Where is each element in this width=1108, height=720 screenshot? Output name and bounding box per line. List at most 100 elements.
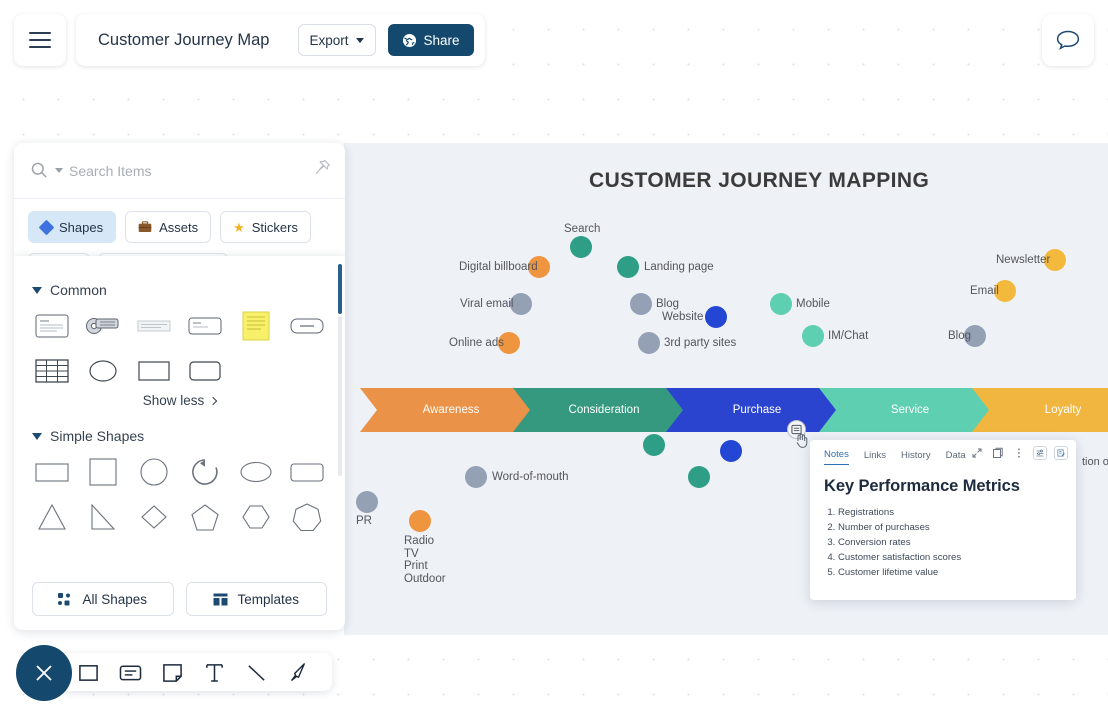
ellipse-shape[interactable] [234, 454, 278, 490]
sticky-note-tool-icon[interactable] [160, 660, 184, 684]
shapes-dropdown[interactable]: Common Show less Simple Shapes All Shape… [14, 256, 345, 630]
close-icon[interactable] [16, 645, 72, 701]
caret-down-icon [32, 286, 42, 294]
expand-icon[interactable] [970, 446, 984, 460]
rounded-rectangle-shape[interactable] [285, 454, 329, 490]
template-layout-icon [213, 593, 228, 605]
card-tool-icon[interactable] [118, 660, 142, 684]
group-header-common[interactable]: Common [14, 256, 345, 298]
hamburger-menu-icon[interactable] [14, 14, 66, 66]
tab-stickers[interactable]: ★ Stickers [220, 211, 311, 243]
settings-sliders-icon[interactable] [1033, 446, 1047, 460]
dropdown-scrollbar-track[interactable] [338, 316, 342, 476]
journey-node-dot[interactable] [643, 434, 665, 456]
note-list-item: Registrations [838, 505, 1062, 520]
rectangle-shape[interactable] [132, 353, 176, 389]
note-tab-links[interactable]: Links [864, 450, 886, 465]
pentagon-shape[interactable] [183, 499, 227, 535]
journey-node-label: Landing page [644, 261, 714, 273]
label-shape[interactable] [183, 308, 227, 344]
tab-assets[interactable]: Assets [125, 211, 212, 243]
top-toolbar: Customer Journey Map Export Share [14, 14, 485, 66]
note-popup-panel[interactable]: Notes Links History Data Key Performance… [810, 440, 1076, 600]
triangle-shape[interactable] [30, 499, 74, 535]
ellipse-shape[interactable] [81, 353, 125, 389]
hexagon-shape[interactable] [234, 499, 278, 535]
note-popup-metric-list: RegistrationsNumber of purchasesConversi… [810, 496, 1076, 580]
right-triangle-shape[interactable] [81, 499, 125, 535]
pin-icon[interactable] [314, 159, 331, 176]
text-tool-icon[interactable] [202, 660, 226, 684]
square-shape[interactable] [81, 454, 125, 490]
copy-icon[interactable] [991, 446, 1005, 460]
note-list-item: Number of purchases [838, 520, 1062, 535]
edit-note-icon[interactable] [1054, 446, 1068, 460]
search-icon[interactable] [30, 161, 49, 180]
pen-tool-icon[interactable] [286, 660, 310, 684]
share-button[interactable]: Share [387, 24, 474, 56]
line-tool-icon[interactable] [244, 660, 268, 684]
journey-node-dot[interactable] [705, 306, 727, 328]
sticky-note-shape[interactable] [234, 308, 278, 344]
diamond-shape[interactable] [132, 499, 176, 535]
journey-node-dot[interactable] [630, 293, 652, 315]
journey-node-dot[interactable] [802, 325, 824, 347]
journey-node-dot[interactable] [720, 440, 742, 462]
shape-grid-common [14, 298, 345, 389]
banner-shape[interactable] [132, 308, 176, 344]
export-button[interactable]: Export [297, 24, 376, 56]
chevron-down-icon [355, 37, 364, 43]
templates-label: Templates [237, 591, 300, 607]
journey-node-label: Word-of-mouth [492, 471, 569, 483]
note-tab-history[interactable]: History [901, 450, 931, 465]
templates-button[interactable]: Templates [185, 582, 327, 616]
journey-node-label: Radio TV Print Outdoor [404, 535, 446, 585]
circle-shape[interactable] [132, 454, 176, 490]
search-input[interactable]: Search Items [69, 163, 151, 179]
note-tab-notes[interactable]: Notes [824, 449, 849, 465]
journey-node-dot[interactable] [770, 293, 792, 315]
rounded-rectangle-shape[interactable] [183, 353, 227, 389]
journey-node-dot[interactable] [617, 256, 639, 278]
journey-node-dot[interactable] [409, 510, 431, 532]
chevron-right-icon [209, 396, 218, 405]
shape-grid-simple-shapes [14, 444, 345, 535]
hand-cursor-icon [796, 433, 808, 448]
rectangle-shape[interactable] [30, 454, 74, 490]
grid-icon [58, 592, 71, 605]
funnel-stage[interactable]: Consideration [513, 388, 695, 432]
tab-assets-label: Assets [159, 219, 199, 235]
journey-node-dot[interactable] [356, 491, 378, 513]
dropdown-scrollbar-thumb[interactable] [338, 264, 342, 314]
journey-node-dot[interactable] [570, 236, 592, 258]
comment-bubble-icon[interactable] [1042, 14, 1094, 66]
pill-shape[interactable] [285, 308, 329, 344]
funnel-stage[interactable]: Awareness [360, 388, 542, 432]
journey-node-label: Online ads [449, 337, 504, 349]
arc-shape[interactable] [183, 454, 227, 490]
tab-shapes-label: Shapes [59, 219, 104, 235]
funnel-stage[interactable]: Purchase [666, 388, 848, 432]
group-header-simple-shapes[interactable]: Simple Shapes [14, 408, 345, 444]
search-filter-chevron-down-icon[interactable] [55, 168, 63, 173]
grid-spacer [234, 353, 278, 389]
journey-node-dot[interactable] [638, 332, 660, 354]
note-list-item: Customer satisfaction scores [838, 550, 1062, 565]
show-less-button[interactable]: Show less [14, 389, 345, 408]
shapes-panel[interactable]: Search Items Shapes Assets ★ Stickers Co… [14, 143, 345, 630]
rectangle-tool-icon[interactable] [76, 660, 100, 684]
note-tab-data[interactable]: Data [946, 450, 966, 465]
card-shape[interactable] [30, 308, 74, 344]
heptagon-shape[interactable] [285, 499, 329, 535]
all-shapes-button[interactable]: All Shapes [32, 582, 174, 616]
funnel-stage[interactable]: Service [819, 388, 1001, 432]
journey-node-dot[interactable] [465, 466, 487, 488]
tag-shape[interactable] [81, 308, 125, 344]
journey-node-label: 3rd party sites [664, 337, 737, 349]
funnel-stage[interactable]: Loyalty [972, 388, 1108, 432]
journey-node-dot[interactable] [688, 466, 710, 488]
table-shape[interactable] [30, 353, 74, 389]
more-options-icon[interactable] [1012, 446, 1026, 460]
note-popup-tabs: Notes Links History Data [810, 440, 1076, 465]
tab-shapes[interactable]: Shapes [28, 211, 117, 243]
